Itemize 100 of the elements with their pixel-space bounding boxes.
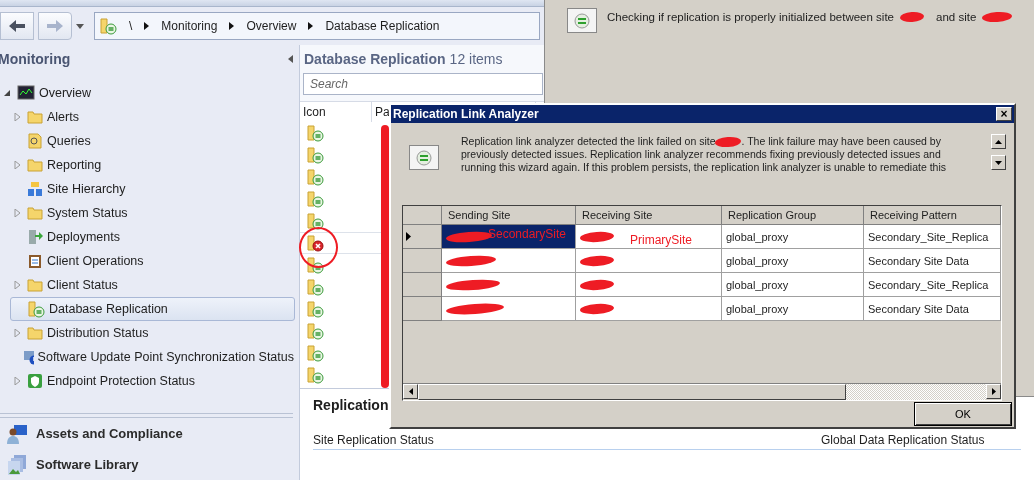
replication-icon	[306, 278, 324, 296]
annotation-text: PrimarySite	[630, 233, 692, 247]
redaction-mark	[445, 301, 505, 316]
folder-icon	[27, 325, 43, 341]
nav-item[interactable]: Reporting	[10, 153, 295, 177]
breadcrumb-item[interactable]: \	[129, 19, 133, 33]
replication-icon	[306, 146, 324, 164]
nav-item[interactable]: System Status	[10, 201, 295, 225]
replication-icon	[306, 168, 324, 186]
breadcrumb-item[interactable]: Monitoring	[161, 19, 218, 33]
nav-label: Endpoint Protection Status	[47, 374, 195, 388]
table-cell: Secondary Site Data	[864, 249, 1001, 273]
person-computer-icon	[6, 422, 28, 445]
nav-label: Deployments	[47, 230, 120, 244]
scrollbar-thumb[interactable]	[418, 384, 846, 400]
redaction-mark	[715, 135, 742, 148]
expand-arrow-icon[interactable]	[13, 329, 21, 337]
column-header[interactable]: Sending Site	[442, 206, 576, 225]
close-button[interactable]: ×	[996, 107, 1012, 121]
list-title: Database Replication	[304, 51, 446, 67]
breadcrumb-item[interactable]: Database Replication	[325, 19, 440, 33]
down-arrow-icon	[995, 160, 1002, 165]
item-count: 12 items	[449, 51, 503, 67]
library-icon	[6, 453, 28, 476]
query-icon	[27, 133, 43, 149]
table-cell: Secondary Site Data	[864, 297, 1001, 321]
redaction-mark	[579, 302, 615, 315]
section-heading: Site Replication Status	[313, 433, 821, 450]
redaction-mark	[982, 10, 1013, 24]
table-cell: Secondary_Site_Replica	[864, 273, 1001, 297]
folder-icon	[27, 157, 43, 173]
sync-icon	[22, 349, 34, 365]
collapse-pane-icon[interactable]	[288, 55, 293, 63]
back-button[interactable]	[0, 12, 34, 40]
collapse-arrow-icon[interactable]	[3, 89, 11, 97]
right-arrow-icon	[991, 388, 996, 395]
expand-arrow-icon[interactable]	[13, 209, 21, 217]
folder-icon	[27, 109, 43, 125]
nav-item[interactable]: Site Hierarchy	[10, 177, 295, 201]
nav-label: Client Status	[47, 278, 118, 292]
dialog-title: Replication Link Analyzer	[393, 107, 539, 121]
expand-arrow-icon[interactable]	[13, 161, 21, 169]
nav-item[interactable]: Distribution Status	[10, 321, 295, 345]
row-header[interactable]	[403, 225, 442, 249]
redaction-mark	[579, 230, 615, 243]
column-header[interactable]: Replication Group	[722, 206, 864, 225]
monitor-icon	[17, 85, 35, 101]
nav-item[interactable]: Overview	[0, 81, 295, 105]
scroll-up-button[interactable]	[991, 134, 1006, 149]
expand-arrow-icon[interactable]	[13, 377, 21, 385]
details-title: Replication	[313, 397, 389, 413]
workspace-button[interactable]: Assets and Compliance	[0, 418, 299, 449]
message-text: running this wizard again. If this problem persists, the replication link analyzer is unable to remediate this	[461, 161, 946, 174]
forward-arrow-icon	[46, 19, 64, 33]
annotation-text: SecondarySite	[488, 227, 567, 241]
nav-item[interactable]: Database Replication	[10, 297, 295, 321]
scroll-right-button[interactable]	[986, 384, 1001, 399]
chevron-icon	[144, 22, 150, 30]
nav-item[interactable]: Client Operations	[10, 249, 295, 273]
replication-icon	[99, 17, 117, 35]
nav-label: Distribution Status	[47, 326, 149, 340]
table-cell: global_proxy	[722, 297, 864, 321]
nav-label: System Status	[47, 206, 128, 220]
scroll-left-button[interactable]	[403, 384, 418, 399]
nav-item[interactable]: Alerts	[10, 105, 295, 129]
redaction-mark	[445, 277, 501, 292]
replication-icon	[306, 124, 324, 142]
scroll-down-button[interactable]	[991, 155, 1006, 170]
nav-label: Reporting	[47, 158, 102, 172]
clipboard-icon	[27, 253, 43, 269]
replication-icon	[306, 190, 324, 208]
expand-arrow-icon[interactable]	[13, 281, 21, 289]
nav-item[interactable]: Client Status	[10, 273, 295, 297]
replication-icon	[409, 145, 439, 170]
redaction-mark	[899, 11, 925, 23]
expand-arrow-icon[interactable]	[13, 113, 21, 121]
breadcrumb-item[interactable]: Overview	[246, 19, 297, 33]
error-database-icon	[306, 234, 324, 252]
column-header[interactable]: Receiving Site	[576, 206, 722, 225]
back-arrow-icon	[8, 19, 26, 33]
server-arrow-icon	[27, 229, 43, 245]
nav-item[interactable]: Endpoint Protection Status	[10, 369, 295, 393]
nav-item[interactable]: Deployments	[10, 225, 295, 249]
workspace-button[interactable]: Software Library	[0, 449, 299, 480]
nav-item[interactable]: Queries	[10, 129, 295, 153]
address-bar[interactable]: \ Monitoring Overview Database Replication	[94, 12, 540, 40]
nav-label: Overview	[39, 86, 92, 100]
dropdown-caret-icon[interactable]	[76, 23, 84, 29]
replication-icon	[567, 8, 597, 33]
replication-icon	[27, 300, 45, 318]
chevron-icon	[308, 22, 314, 30]
replication-icon	[306, 322, 324, 340]
replication-icon	[306, 344, 324, 362]
ok-button[interactable]: OK	[914, 402, 1012, 426]
nav-item[interactable]: Software Update Point Synchronization Status	[10, 345, 295, 369]
nav-label: Queries	[47, 134, 91, 148]
replication-icon	[306, 212, 324, 230]
column-header[interactable]: Receiving Pattern	[864, 206, 1001, 225]
message-text: Replication link analyzer detected the link failed on site	[461, 135, 716, 148]
search-field[interactable]: Search	[303, 73, 543, 95]
